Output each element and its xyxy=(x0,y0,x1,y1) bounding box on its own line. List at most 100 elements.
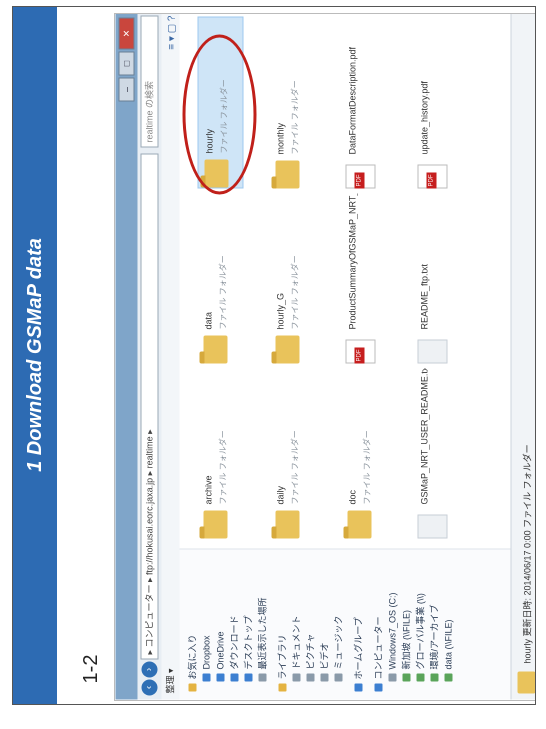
sidebar-item[interactable]: 環境/アーカイブ xyxy=(428,550,442,700)
sidebar-item-label: OneDrive xyxy=(215,631,226,670)
folder-icon xyxy=(203,335,228,364)
sidebar-group: ホームグループ xyxy=(352,550,366,700)
file-item[interactable]: update_history.pdf xyxy=(414,19,458,189)
back-arrow-icon[interactable]: ‹ xyxy=(141,679,158,696)
sidebar-item-label: コンピューター xyxy=(373,616,384,680)
location-icon xyxy=(388,673,397,682)
sidebar-item[interactable]: Windows7_OS (C:) xyxy=(386,550,400,700)
sidebar-item[interactable]: コンピューター xyxy=(372,550,386,700)
location-icon xyxy=(306,673,315,682)
file-item[interactable]: README_ftp.txt xyxy=(414,194,458,364)
location-icon xyxy=(354,683,363,692)
sidebar-item-label: Dropbox xyxy=(201,635,212,670)
sidebar-item-label: ミュージック xyxy=(333,615,344,670)
file-type: ファイル フォルダー xyxy=(362,430,372,505)
sidebar-item[interactable]: ライブラリ xyxy=(276,550,290,700)
file-type: ファイル フォルダー xyxy=(290,80,300,155)
sidebar-item[interactable]: デスクトップ xyxy=(242,550,256,700)
location-icon xyxy=(334,673,343,682)
sidebar-item[interactable]: 新加坡 (\\FILE) xyxy=(400,550,414,700)
file-name: GSMaP_NRT_USER_README.txt xyxy=(419,368,430,505)
file-item[interactable]: DataFormatDescription.pdf xyxy=(342,19,386,189)
sidebar-item-label: ビデオ xyxy=(319,642,330,670)
sidebar-item-label: 新加坡 (\\FILE) xyxy=(401,609,412,670)
file-list: archive ファイル フォルダー daily ファイル フォルダー doc ファイル … xyxy=(179,14,511,549)
sidebar-item[interactable]: 最近表示した場所 xyxy=(256,550,270,700)
location-icon xyxy=(430,673,439,682)
sidebar-item[interactable]: data (\\FILE) xyxy=(442,550,456,700)
file-name: hourly_G xyxy=(275,292,286,330)
sidebar-group: コンピューター Windows7_OS (C:) 新加坡 (\\FILE) グローバル… xyxy=(372,550,456,700)
sidebar-item[interactable]: OneDrive xyxy=(214,550,228,700)
sidebar-item-label: 環境/アーカイブ xyxy=(429,604,440,670)
sidebar-group: お気に入り Dropbox OneDrive ダウンロード デスクトップ 最近表示した場所 xyxy=(186,550,270,700)
location-icon xyxy=(244,673,253,682)
folder-icon xyxy=(203,510,228,539)
sidebar-item[interactable]: ダウンロード xyxy=(228,550,242,700)
file-type: ファイル フォルダー xyxy=(290,255,300,330)
slide-subtitle-wrap: 1-2 xyxy=(79,649,103,689)
sidebar-item[interactable]: ビデオ xyxy=(318,550,332,700)
file-name: archive xyxy=(203,475,214,505)
sidebar-item[interactable]: ホームグループ xyxy=(352,550,366,700)
file-item[interactable]: daily ファイル フォルダー xyxy=(270,369,314,539)
sidebar-item-label: ダウンロード xyxy=(229,615,240,670)
address-toolbar: ‹ › ▸ コンピューター ▸ ftp://hokusai.eorc.jaxa.… xyxy=(137,14,163,700)
slide-frame: 1 Download GSMaP data 1-2 4 – □ ✕ ‹ › ▸ … xyxy=(12,6,536,705)
location-icon xyxy=(216,673,225,682)
sidebar-item[interactable]: ピクチャ xyxy=(304,550,318,700)
window-titlebar: – □ ✕ xyxy=(115,14,138,700)
maximize-button[interactable]: □ xyxy=(118,51,135,76)
pdf-icon xyxy=(345,339,376,364)
file-name: doc xyxy=(347,489,358,505)
file-item[interactable]: ProductSummaryOfGSMaP_NRT_ver6.pdf xyxy=(342,194,386,364)
location-icon xyxy=(292,673,301,682)
file-name: DataFormatDescription.pdf xyxy=(347,46,358,155)
sidebar-item-label: グローバル事業 (\\) xyxy=(415,593,426,670)
file-name: daily xyxy=(275,485,286,505)
file-item[interactable]: data ファイル フォルダー xyxy=(198,194,242,364)
sidebar-item[interactable]: ドキュメント xyxy=(290,550,304,700)
forward-arrow-icon[interactable]: › xyxy=(141,661,158,678)
sidebar-item-label: ドキュメント xyxy=(291,615,302,670)
file-name: update_history.pdf xyxy=(419,81,430,155)
sidebar-item[interactable]: Dropbox xyxy=(200,550,214,700)
sidebar-item[interactable]: お気に入り xyxy=(186,550,200,700)
sidebar-item-label: ピクチャ xyxy=(305,633,316,670)
folder-icon xyxy=(517,671,535,694)
sidebar-item-label: デスクトップ xyxy=(243,615,254,670)
sidebar-item-label: data (\\FILE) xyxy=(443,619,454,670)
sidebar-item[interactable]: ミュージック xyxy=(332,550,346,700)
sidebar-item-label: Windows7_OS (C:) xyxy=(387,592,398,670)
explorer-window: – □ ✕ ‹ › ▸ コンピューター ▸ ftp://hokusai.eorc… xyxy=(115,14,535,700)
file-item[interactable]: hourly_G ファイル フォルダー xyxy=(270,194,314,364)
file-item[interactable]: GSMaP_NRT_USER_README.txt xyxy=(414,369,458,539)
file-item[interactable]: archive ファイル フォルダー xyxy=(198,369,242,539)
file-item[interactable]: doc ファイル フォルダー xyxy=(342,369,386,539)
location-icon xyxy=(402,673,411,682)
minimize-button[interactable]: – xyxy=(118,77,135,102)
sidebar-item[interactable]: グローバル事業 (\\) xyxy=(414,550,428,700)
location-icon xyxy=(230,673,239,682)
location-icon xyxy=(258,673,267,682)
navigation-pane: お気に入り Dropbox OneDrive ダウンロード デスクトップ 最近表示した場所… xyxy=(179,548,511,700)
location-icon xyxy=(320,673,329,682)
file-icon xyxy=(417,514,448,539)
status-bar: hourly 更新日時: 2014/06/17 0:00 ファイル フォルダー xyxy=(510,14,535,700)
hourly-highlight-ellipse xyxy=(182,34,257,195)
file-name: README_ftp.txt xyxy=(419,263,430,330)
address-bar[interactable]: ▸ コンピューター ▸ ftp://hokusai.eorc.jaxa.jp ▸… xyxy=(140,153,159,660)
search-input[interactable]: realtime の検索 xyxy=(140,15,159,148)
close-button[interactable]: ✕ xyxy=(118,17,135,50)
file-name: ProductSummaryOfGSMaP_NRT_ver6.pdf xyxy=(347,193,358,330)
pdf-icon xyxy=(417,164,448,189)
file-type: ファイル フォルダー xyxy=(218,430,228,505)
sidebar-group: ライブラリ ドキュメント ピクチャ ビデオ ミュージック xyxy=(276,550,346,700)
sidebar-item-label: ホームグループ xyxy=(353,617,364,680)
file-item[interactable]: monthly ファイル フォルダー xyxy=(270,19,314,189)
star-icon xyxy=(188,683,197,692)
location-icon xyxy=(444,673,453,682)
file-type: ファイル フォルダー xyxy=(218,255,228,330)
organize-menu[interactable]: 整理 ▾ xyxy=(166,668,176,693)
slide-title-wrap: 1 Download GSMaP data xyxy=(13,55,57,655)
